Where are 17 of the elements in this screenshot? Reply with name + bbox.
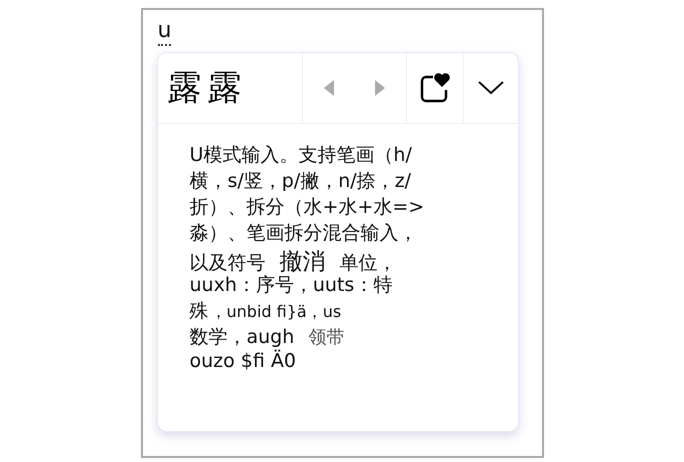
- description-text: 折）、拆分（水+水+水=>: [190, 195, 424, 220]
- description-text: uuxh：序号，uuts：特: [190, 273, 392, 298]
- composition-text: u: [158, 18, 172, 46]
- description-text: 淼）、笔画拆分混合输入，: [190, 221, 418, 246]
- description-text: 以及符号: [190, 251, 266, 275]
- description-text: ，unbid fi}ä，us: [210, 302, 342, 323]
- description-text: 单位，: [340, 251, 396, 276]
- description-text: 横，s/竖，p/撇，n/捺，z/: [190, 169, 412, 194]
- description-text: ouzo $fi Ä0: [190, 350, 296, 372]
- expand-icon[interactable]: [476, 79, 506, 97]
- description-text: 领带: [308, 326, 344, 349]
- description-text: U模式输入。支持笔画（h/: [190, 143, 412, 168]
- candidate[interactable]: 露: [208, 65, 242, 111]
- description-text: 殊: [190, 299, 208, 324]
- description-text: 数学，augh: [190, 325, 294, 350]
- candidate[interactable]: 露: [168, 65, 202, 111]
- description-text: 撤消: [280, 248, 326, 276]
